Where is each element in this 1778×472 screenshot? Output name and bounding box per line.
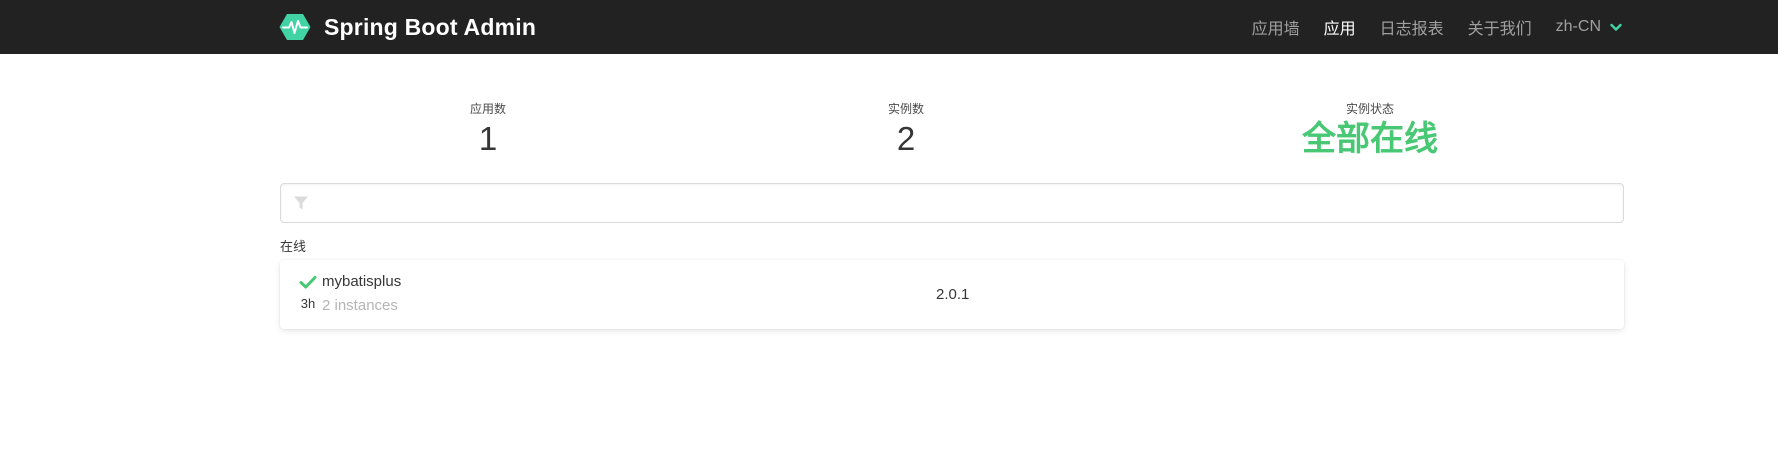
nav-item-wallboard[interactable]: 应用墙 bbox=[1252, 15, 1300, 39]
stat-status-value: 全部在线 bbox=[1302, 120, 1438, 158]
filter-input[interactable] bbox=[321, 184, 1615, 224]
group-label-up: 在线 bbox=[280, 239, 307, 254]
filter-icon bbox=[294, 196, 308, 210]
nav-menu: 应用墙 应用 日志报表 关于我们 zh-CN bbox=[1228, 0, 1622, 54]
stat-status-label: 实例状态 bbox=[1345, 102, 1394, 116]
stat-instances-value: 2 bbox=[896, 120, 916, 157]
application-name: mybatisplus bbox=[322, 273, 402, 290]
application-instance-count: 2 instances bbox=[322, 297, 398, 314]
summary-stats: 应用数 1 实例数 2 实例状态 全部在线 bbox=[280, 100, 1624, 170]
stat-applications-label: 应用数 bbox=[469, 102, 506, 116]
stat-instances: 实例数 2 bbox=[806, 100, 1006, 160]
heartbeat-hexagon-icon bbox=[279, 14, 311, 40]
nav-item-applications[interactable]: 应用 bbox=[1324, 15, 1356, 39]
stat-applications-value: 1 bbox=[478, 120, 498, 157]
language-label: zh-CN bbox=[1555, 18, 1601, 35]
chevron-down-icon bbox=[1610, 23, 1622, 31]
application-status: 3h bbox=[298, 275, 318, 311]
check-icon bbox=[299, 276, 317, 289]
stat-applications: 应用数 1 bbox=[388, 100, 588, 160]
application-uptime: 3h bbox=[300, 296, 316, 311]
application-version: 2.0.1 bbox=[936, 286, 970, 303]
navbar: Spring Boot Admin 应用墙 应用 日志报表 关于我们 zh-CN bbox=[0, 0, 1778, 54]
application-row[interactable]: 3h mybatisplus 2 instances 2.0.1 bbox=[280, 260, 1624, 329]
language-selector[interactable]: zh-CN bbox=[1556, 18, 1622, 36]
nav-item-journal[interactable]: 日志报表 bbox=[1380, 15, 1444, 39]
filter-box bbox=[280, 183, 1624, 224]
stat-instances-label: 实例数 bbox=[887, 102, 924, 116]
brand-title: Spring Boot Admin bbox=[324, 13, 537, 40]
stat-status: 实例状态 全部在线 bbox=[1270, 100, 1470, 160]
nav-item-about[interactable]: 关于我们 bbox=[1468, 15, 1532, 39]
brand[interactable]: Spring Boot Admin bbox=[279, 13, 536, 41]
